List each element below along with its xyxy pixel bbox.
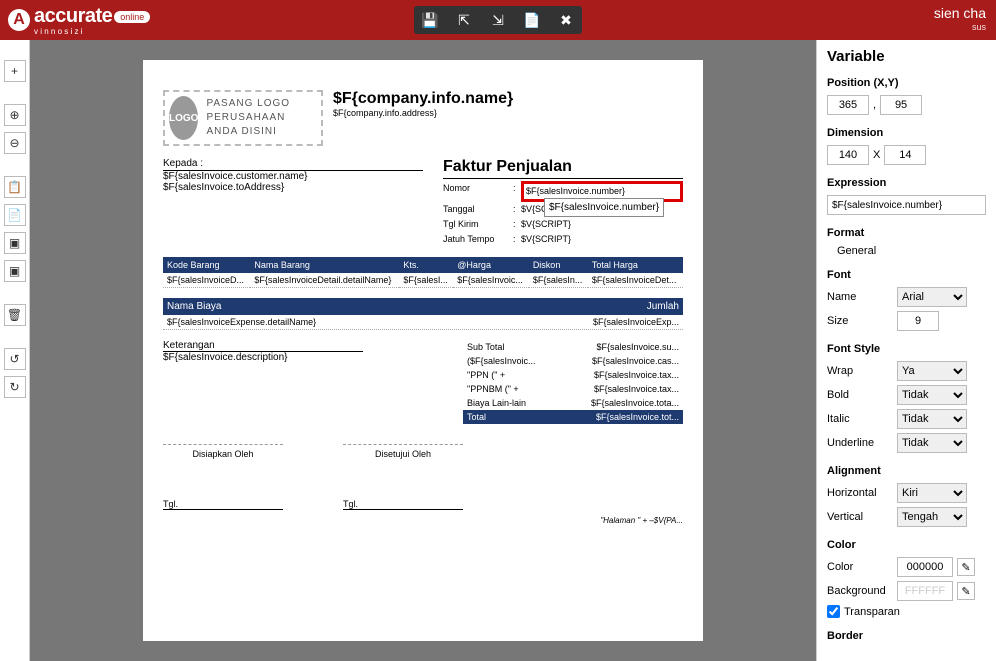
expense-header: Nama Biaya Jumlah <box>163 298 683 315</box>
export-icon[interactable]: ⇱ <box>454 10 474 30</box>
close-icon[interactable]: ✖ <box>556 10 576 30</box>
dim-h-input[interactable] <box>884 145 926 165</box>
position-label: Position (X,Y) <box>827 77 986 89</box>
user-area[interactable]: sien cha sus <box>934 6 996 34</box>
brand-subtext: v i n n o s i z i <box>34 28 150 36</box>
copy-button[interactable]: 📄 <box>4 204 26 226</box>
italic-select[interactable]: Tidak <box>897 409 967 429</box>
items-table[interactable]: Kode Barang Nama Barang Kts. @Harga Disk… <box>163 257 683 288</box>
logo-prompt-text: PASANG LOGO PERUSAHAAN ANDA DISINI <box>206 97 317 139</box>
valign-select[interactable]: Tengah <box>897 507 967 527</box>
transparent-checkbox[interactable] <box>827 605 840 618</box>
left-toolbar: + ⊕ ⊖ 📋 📄 ▣ ▣ 🗑 ↺ ↻ <box>0 40 30 661</box>
col-kts: Kts. <box>399 257 453 273</box>
sign-prepared[interactable]: Disiapkan Oleh <box>163 444 283 459</box>
font-name-select[interactable]: Arial <box>897 287 967 307</box>
format-label: Format <box>827 227 986 239</box>
paste-button[interactable]: ▣ <box>4 232 26 254</box>
zoom-out-button[interactable]: ⊖ <box>4 132 26 154</box>
brand-badge: online <box>114 11 150 23</box>
redo-button[interactable]: ↻ <box>4 376 26 398</box>
top-bar: A accurateonline v i n n o s i z i 💾 ⇱ ⇲… <box>0 0 996 40</box>
col-kode: Kode Barang <box>163 257 250 273</box>
keterangan-value[interactable]: $F{salesInvoice.description} <box>163 352 363 363</box>
document-title[interactable]: Faktur Penjualan <box>443 158 683 179</box>
font-size-input[interactable] <box>897 311 939 331</box>
pos-y-input[interactable] <box>880 95 922 115</box>
logo-circle: LOGO <box>169 96 198 140</box>
col-total: Total Harga <box>588 257 683 273</box>
transparent-label: Transparan <box>844 606 900 618</box>
undo-button[interactable]: ↺ <box>4 348 26 370</box>
bg-input[interactable] <box>897 581 953 601</box>
import-icon[interactable]: ⇲ <box>488 10 508 30</box>
nomor-tooltip: $F{salesInvoice.number} <box>544 198 664 217</box>
sign-approved[interactable]: Disetujui Oleh <box>343 444 463 459</box>
pos-x-input[interactable] <box>827 95 869 115</box>
tglkirim-value[interactable]: $V{SCRIPT} <box>521 217 683 232</box>
col-nama: Nama Barang <box>250 257 399 273</box>
format-value: General <box>827 245 986 257</box>
color-input[interactable] <box>897 557 953 577</box>
col-diskon: Diskon <box>529 257 588 273</box>
page-icon[interactable]: 📄 <box>522 10 542 30</box>
bg-picker-icon[interactable]: ✎ <box>957 582 975 600</box>
jatuhtempo-label: Jatuh Tempo <box>443 232 513 247</box>
tanggal-label: Tanggal <box>443 202 513 217</box>
tgl1[interactable]: Tgl. <box>163 499 283 510</box>
save-icon[interactable]: 💾 <box>420 10 440 30</box>
duplicate-button[interactable]: ▣ <box>4 260 26 282</box>
brand-logo: A accurateonline v i n n o s i z i <box>0 5 150 36</box>
border-label: Border <box>827 630 986 642</box>
canvas-area[interactable]: LOGO PASANG LOGO PERUSAHAAN ANDA DISINI … <box>30 40 816 661</box>
document-toolbar: 💾 ⇱ ⇲ 📄 ✖ <box>414 6 582 34</box>
font-label: Font <box>827 269 986 281</box>
brand-text: accurate <box>34 5 112 27</box>
table-row[interactable]: $F{salesInvoiceD... $F{salesInvoiceDetai… <box>163 273 683 288</box>
user-name: sien cha <box>934 6 986 20</box>
tgl2[interactable]: Tgl. <box>343 499 463 510</box>
nomor-label: Nomor <box>443 181 513 202</box>
company-name[interactable]: $F{company.info.name} <box>333 90 683 108</box>
color-picker-icon[interactable]: ✎ <box>957 558 975 576</box>
delete-button[interactable]: 🗑 <box>4 304 26 326</box>
customer-name-field[interactable]: $F{salesInvoice.customer.name} <box>163 171 423 182</box>
expression-label: Expression <box>827 177 986 189</box>
jatuhtempo-value[interactable]: $V{SCRIPT} <box>521 232 683 247</box>
add-button[interactable]: + <box>4 60 26 82</box>
bold-select[interactable]: Tidak <box>897 385 967 405</box>
color-section-label: Color <box>827 539 986 551</box>
dim-w-input[interactable] <box>827 145 869 165</box>
to-address-field[interactable]: $F{salesInvoice.toAddress} <box>163 182 423 193</box>
halign-select[interactable]: Kiri <box>897 483 967 503</box>
footer-note[interactable]: "Halaman " + –$V{PA... <box>163 516 683 525</box>
wrap-select[interactable]: Ya <box>897 361 967 381</box>
col-harga: @Harga <box>453 257 529 273</box>
logo-placeholder-box[interactable]: LOGO PASANG LOGO PERUSAHAAN ANDA DISINI <box>163 90 323 146</box>
dimension-label: Dimension <box>827 127 986 139</box>
properties-panel: Variable Position (X,Y) , Dimension X Ex… <box>816 40 996 661</box>
keterangan-label: Keterangan <box>163 340 363 352</box>
expression-input[interactable] <box>827 195 986 215</box>
kepada-label: Kepada : <box>163 158 423 171</box>
nomor-value-selected[interactable]: $F{salesInvoice.number} $F{salesInvoice.… <box>521 181 683 202</box>
font-style-label: Font Style <box>827 343 986 355</box>
alignment-label: Alignment <box>827 465 986 477</box>
brand-icon: A <box>8 9 30 31</box>
document-page[interactable]: LOGO PASANG LOGO PERUSAHAAN ANDA DISINI … <box>143 60 703 641</box>
underline-select[interactable]: Tidak <box>897 433 967 453</box>
panel-title: Variable <box>827 48 986 65</box>
zoom-in-button[interactable]: ⊕ <box>4 104 26 126</box>
expense-row[interactable]: $F{salesInvoiceExpense.detailName} $F{sa… <box>163 315 683 330</box>
tglkirim-label: Tgl Kirim <box>443 217 513 232</box>
company-address[interactable]: $F{company.info.address} <box>333 108 683 118</box>
user-sub: sus <box>934 20 986 34</box>
subtotal-block[interactable]: Sub Total$F{salesInvoice.su... ($F{sales… <box>463 340 683 424</box>
clipboard-button[interactable]: 📋 <box>4 176 26 198</box>
